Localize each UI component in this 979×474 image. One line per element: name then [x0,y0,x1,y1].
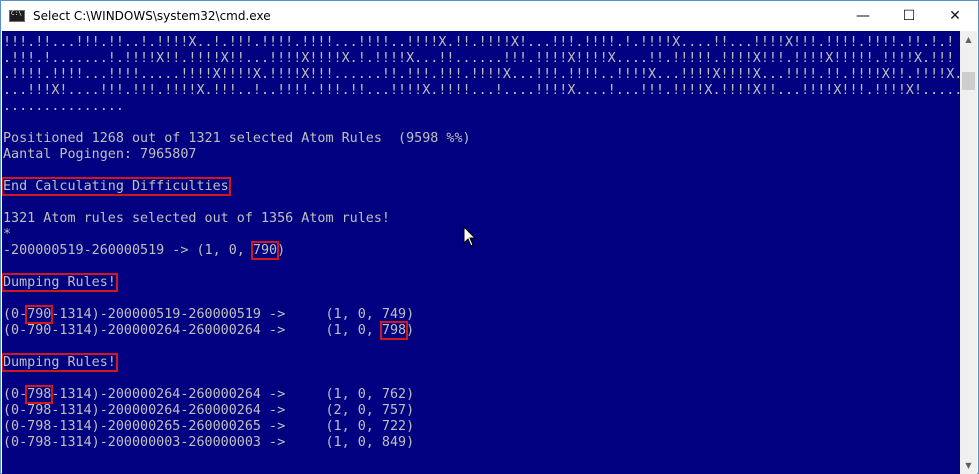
console-line: (0-798-1314)-200000264-260000264 -> (1, … [3,385,415,404]
window-title: Select C:\WINDOWS\system32\cmd.exe [33,9,271,23]
highlight-box: End Calculating Difficulties [2,177,231,196]
cmd-icon [9,10,25,22]
console-line: !!!.!!...!!!.!!..!.!!!!X..!.!!!.!!!!.!!!… [3,35,955,50]
console-output[interactable]: !!!.!!...!!!.!!..!.!!!!X..!.!!!.!!!!.!!!… [2,31,962,474]
close-button[interactable]: ✕ [932,1,978,31]
console-line: Dumping Rules! [2,273,962,292]
console-line: Aantal Pogingen: 7965807 [3,147,197,162]
console-line: (0-790-1314)-200000519-260000519 -> (1, … [3,305,415,324]
highlight-box: 790 [25,305,54,324]
console-line: .!!!!.!!!!...!!!!.....!!!!X!!!!X.!!!!X!!… [3,67,962,82]
window-controls: — ☐ ✕ [840,1,978,31]
console-line: -200000519-260000519 -> (1, 0, 790) [3,241,286,260]
console-line: ...!!!X!....!!!.!!!.!!!!X.!!!..!..!!!!.!… [3,83,962,98]
console-line: Positioned 1268 out of 1321 selected Ato… [3,131,471,146]
console-line: (0-798-1314)-200000265-260000265 -> (1, … [3,419,415,434]
minimize-button[interactable]: — [840,1,886,31]
maximize-button[interactable]: ☐ [886,1,932,31]
scroll-up-arrow-icon[interactable]: ▲ [960,31,977,48]
highlight-box: 798 [25,385,54,404]
mouse-pointer-icon [463,226,477,247]
console-line: * [3,227,12,242]
console-line: Dumping Rules! [2,353,962,372]
console-lines: !!!.!!...!!!.!!..!.!!!!X..!.!!!.!!!!.!!!… [2,35,962,451]
scrollbar-thumb[interactable] [962,72,975,90]
highlight-box: Dumping Rules! [2,353,118,372]
console-line: ............... [3,99,124,114]
vertical-scrollbar[interactable]: ▲ ▼ [960,31,977,474]
console-line: (0-790-1314)-200000264-260000264 -> (1, … [3,321,415,340]
highlight-box: 798 [379,321,409,340]
cmd-window: Select C:\WINDOWS\system32\cmd.exe — ☐ ✕… [0,0,979,474]
highlight-box: 790 [250,241,280,260]
console-line: (0-798-1314)-200000003-260000003 -> (1, … [3,435,415,450]
highlight-box: Dumping Rules! [2,273,118,292]
console-line: .!!!.!.......!.!!!!X!!.!!!!X!!...!!!!X!!… [3,51,955,66]
scroll-down-arrow-icon[interactable]: ▼ [960,457,977,474]
console-line: (0-798-1314)-200000264-260000264 -> (2, … [3,403,415,418]
title-bar[interactable]: Select C:\WINDOWS\system32\cmd.exe — ☐ ✕ [1,1,978,31]
console-line: 1321 Atom rules selected out of 1356 Ato… [3,211,390,226]
console-line: End Calculating Difficulties [2,177,962,196]
